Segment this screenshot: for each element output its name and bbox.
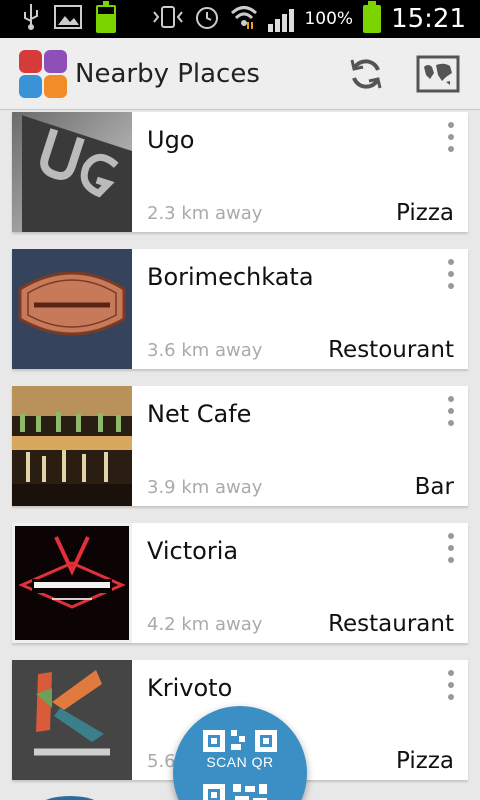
image-icon <box>54 5 82 33</box>
place-card-borimechkata[interactable]: Borimechkata 3.6 km away Restourant <box>12 249 468 369</box>
place-distance: 2.3 km away <box>147 203 263 224</box>
place-card-net-cafe[interactable]: Net Cafe 3.9 km away Bar <box>12 386 468 506</box>
usb-icon <box>22 4 40 34</box>
vibrate-icon <box>152 6 184 32</box>
overflow-menu-icon[interactable] <box>446 122 456 152</box>
refresh-icon <box>350 58 382 89</box>
qr-code-icon <box>203 730 277 800</box>
alarm-icon <box>194 4 220 34</box>
scan-qr-label: SCAN QR <box>206 754 274 770</box>
place-card-victoria[interactable]: Victoria 4.2 km away Restaurant <box>12 523 468 643</box>
overflow-menu-icon[interactable] <box>446 259 456 289</box>
logo-tile-purple <box>44 49 67 73</box>
place-category: Bar <box>414 474 454 500</box>
place-distance: 5.6 <box>147 751 176 772</box>
scan-qr-button[interactable]: SCAN QR <box>173 706 307 800</box>
battery-status-icon <box>96 1 116 33</box>
place-card-ugo[interactable]: Ugo 2.3 km away Pizza <box>12 112 468 232</box>
wifi-icon <box>230 4 258 34</box>
place-category: Pizza <box>396 748 454 774</box>
status-bar: 100% 15:21 <box>0 0 480 38</box>
place-name: Net Cafe <box>147 400 252 428</box>
status-time: 15:21 <box>391 4 466 34</box>
battery-icon <box>363 1 382 33</box>
action-bar: Nearby Places <box>0 38 480 110</box>
logo-tile-blue <box>19 74 42 98</box>
map-icon <box>416 55 460 92</box>
place-thumbnail-krivoto <box>12 660 132 780</box>
place-distance: 3.9 km away <box>147 477 263 498</box>
place-name: Ugo <box>147 126 195 154</box>
place-thumbnail-ugo <box>12 112 132 232</box>
place-thumbnail-victoria <box>12 523 132 643</box>
place-distance: 3.6 km away <box>147 340 263 361</box>
logo-tile-red <box>19 49 42 73</box>
place-distance: 4.2 km away <box>147 614 263 635</box>
signal-icon <box>268 6 295 32</box>
place-thumbnail-net-cafe <box>12 386 132 506</box>
map-button[interactable] <box>408 44 468 104</box>
place-category: Restaurant <box>328 611 454 637</box>
refresh-button[interactable] <box>336 44 396 104</box>
place-name: Victoria <box>147 537 239 565</box>
place-thumbnail-borimechkata <box>12 249 132 369</box>
overflow-menu-icon[interactable] <box>446 533 456 563</box>
battery-percent: 100% <box>304 9 354 29</box>
app-logo <box>19 49 67 98</box>
page-title: Nearby Places <box>75 58 260 89</box>
places-list: Ugo 2.3 km away Pizza Borimechkata 3.6 k… <box>12 112 468 797</box>
overflow-menu-icon[interactable] <box>446 396 456 426</box>
logo-tile-orange <box>44 74 67 98</box>
overflow-menu-icon[interactable] <box>446 670 456 700</box>
place-category: Restourant <box>328 337 454 363</box>
place-category: Pizza <box>396 200 454 226</box>
place-name: Borimechkata <box>147 263 314 291</box>
place-name: Krivoto <box>147 674 233 702</box>
